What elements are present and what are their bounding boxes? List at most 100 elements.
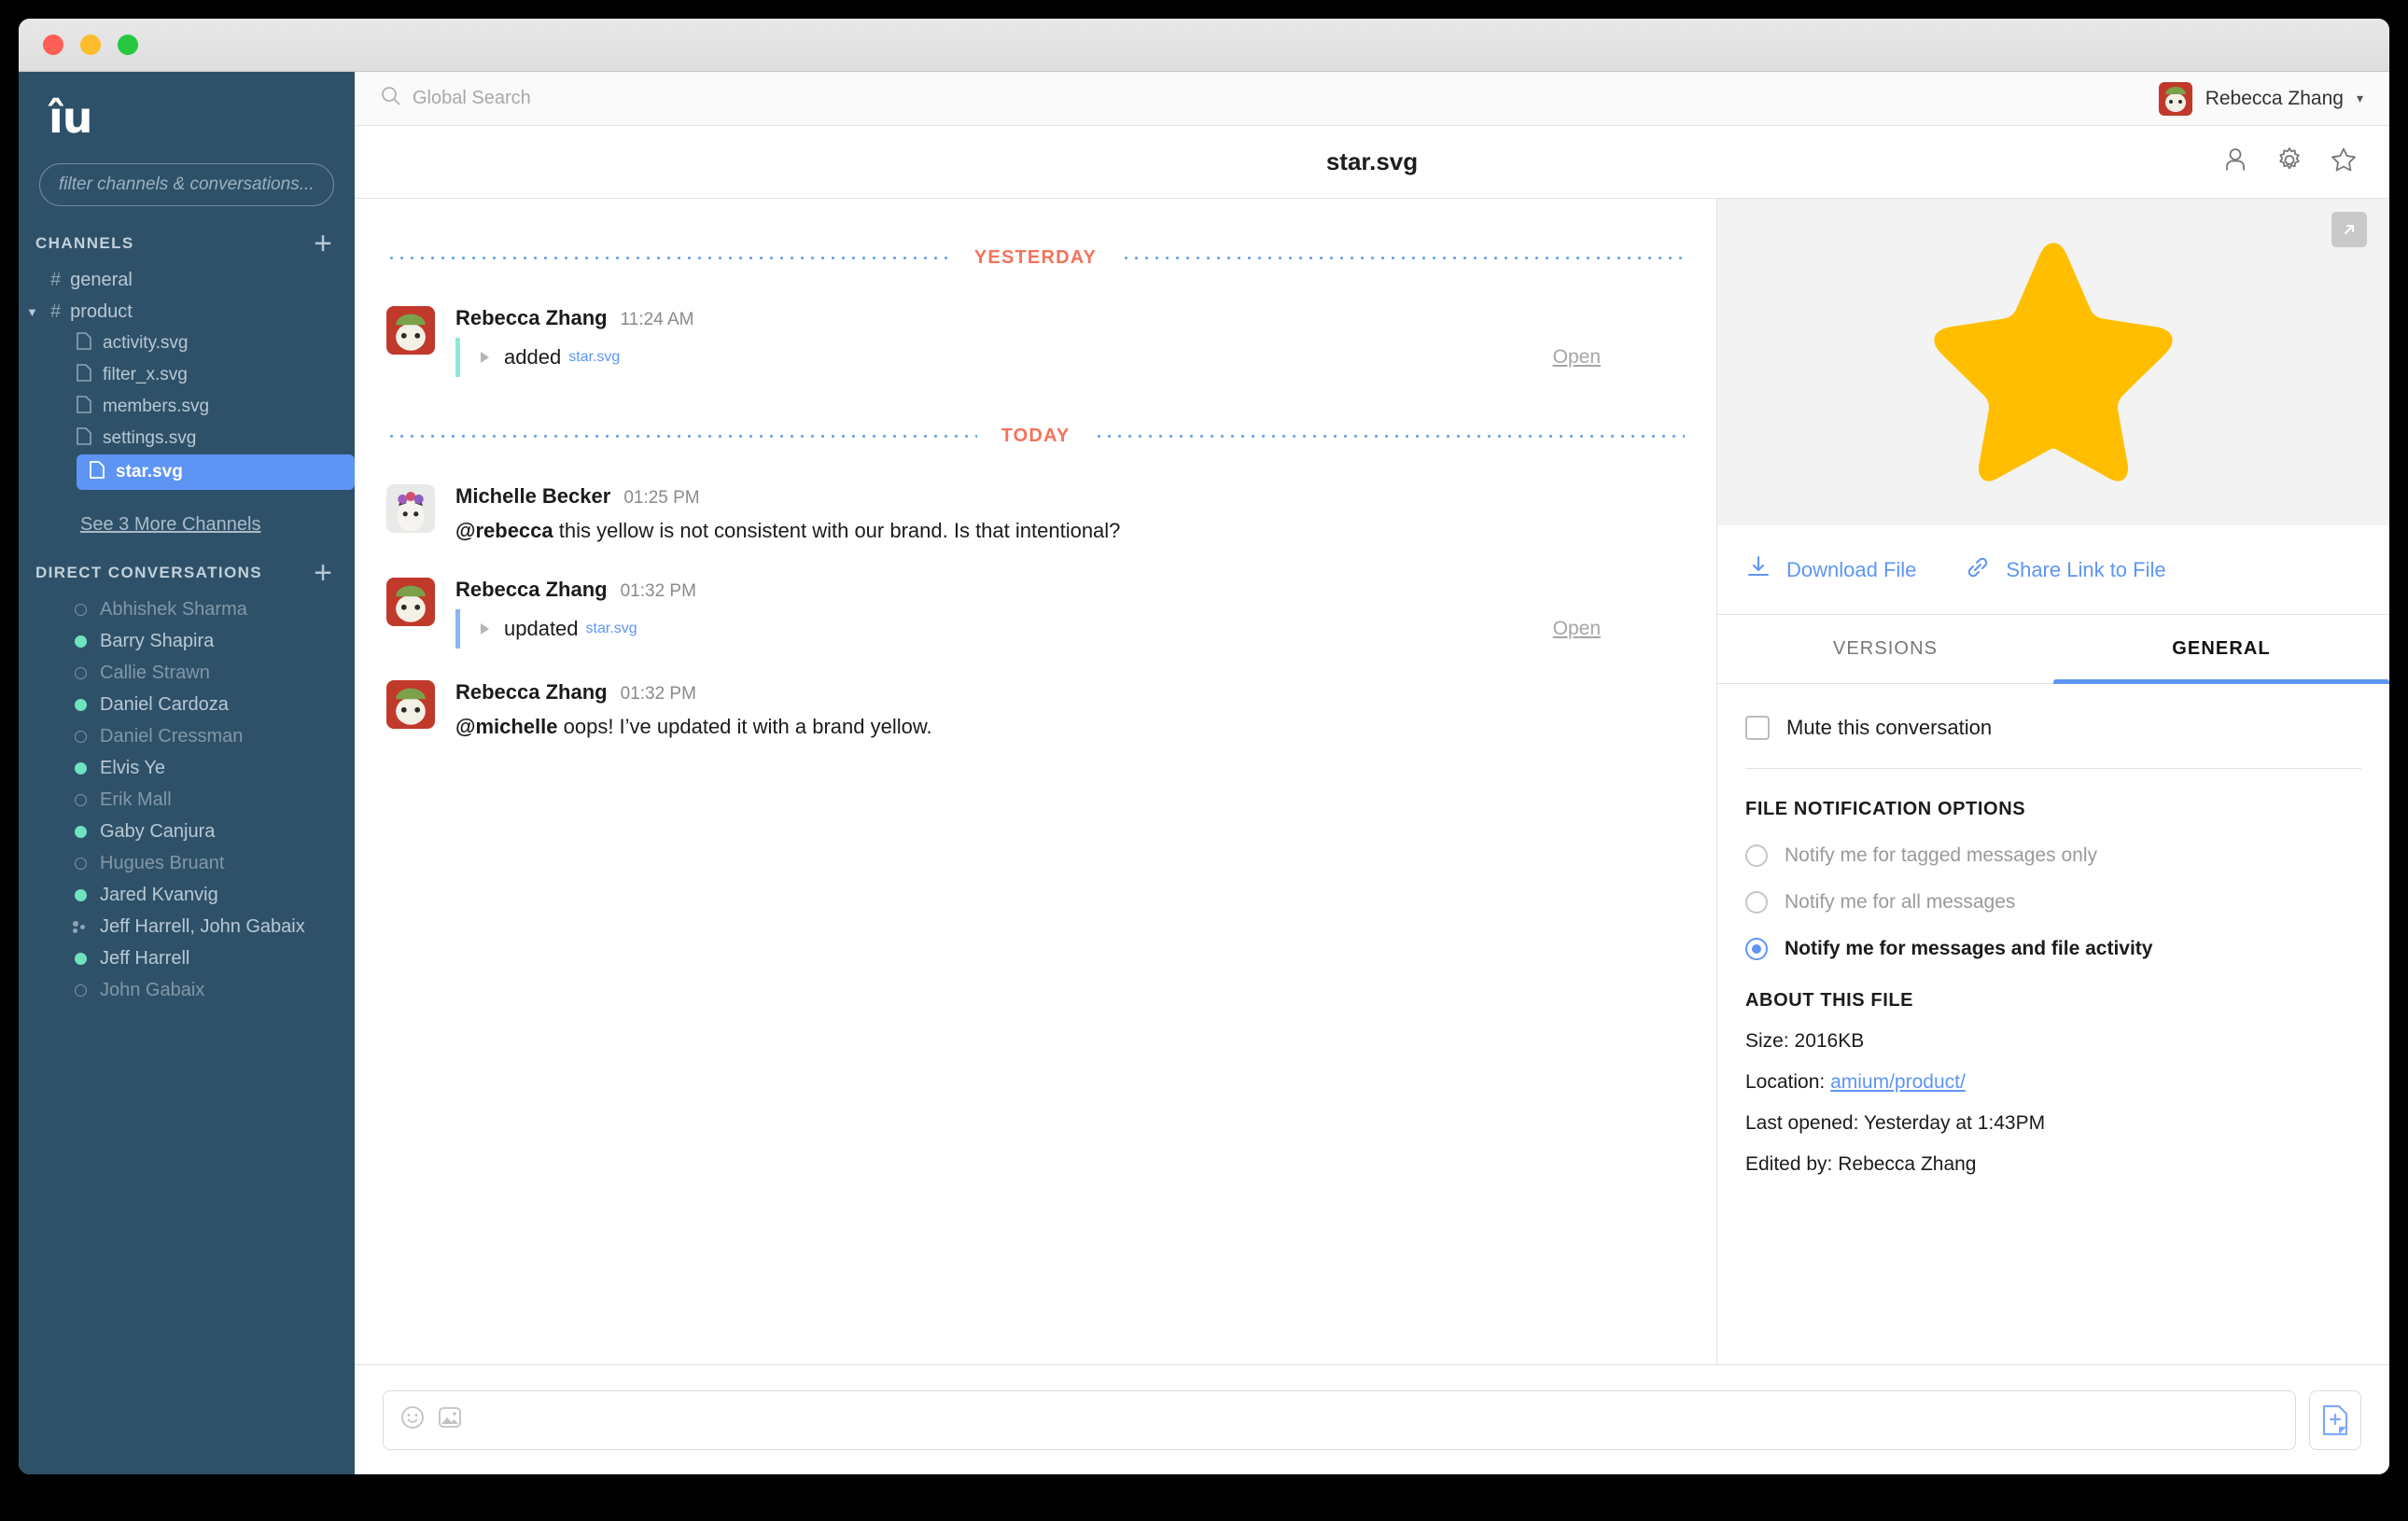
avatar: [386, 484, 435, 533]
file-location-link[interactable]: amium/product/: [1830, 1071, 1966, 1093]
list-item[interactable]: Daniel Cardoza: [19, 689, 355, 720]
search-input[interactable]: [413, 88, 805, 109]
dm-label: Jared Kvanvig: [100, 884, 218, 905]
chevron-right-icon[interactable]: [481, 352, 489, 363]
app-logo: îu: [49, 92, 93, 143]
list-item[interactable]: Erik Mall: [19, 784, 355, 816]
tab-versions[interactable]: VERSIONS: [1717, 615, 2053, 683]
search-icon: [381, 86, 401, 111]
file-label: activity.svg: [103, 333, 189, 353]
sidebar-item-star-svg[interactable]: star.svg: [77, 454, 355, 490]
global-topbar: Rebecca Zhang ▾: [355, 72, 2389, 126]
share-link-button[interactable]: Share Link to File: [1965, 554, 2166, 586]
event-file-link[interactable]: star.svg: [586, 621, 637, 637]
file-label: members.svg: [103, 397, 210, 416]
mute-conversation-row[interactable]: Mute this conversation: [1745, 716, 2361, 740]
image-icon[interactable]: [438, 1405, 462, 1434]
list-item[interactable]: Callie Strawn: [19, 657, 355, 689]
file-icon: [77, 395, 91, 419]
open-file-link[interactable]: Open: [1553, 346, 1601, 369]
message-author: Rebecca Zhang: [455, 306, 608, 329]
hash-icon: #: [50, 269, 62, 290]
dm-label: Abhishek Sharma: [100, 598, 247, 620]
smiley-icon[interactable]: [400, 1405, 425, 1434]
dm-label: Jeff Harrell: [100, 947, 190, 969]
file-header: star.svg: [355, 126, 2389, 199]
chevron-down-icon[interactable]: ▼: [26, 305, 38, 319]
separator-line: [1094, 435, 1685, 438]
add-dm-button[interactable]: +: [314, 557, 332, 589]
presence-online-icon: [75, 698, 87, 711]
message-input[interactable]: [475, 1408, 2278, 1431]
message-item: Michelle Becker 01:25 PM @rebecca this y…: [386, 484, 1685, 546]
list-item[interactable]: Jared Kvanvig: [19, 879, 355, 911]
channel-label: general: [70, 269, 133, 290]
event-file-link[interactable]: star.svg: [568, 349, 620, 366]
list-item[interactable]: Jeff Harrell: [19, 942, 355, 974]
radio-button[interactable]: [1745, 938, 1768, 960]
sidebar-item-members-svg[interactable]: members.svg: [19, 391, 355, 423]
minimize-window-button[interactable]: [80, 35, 101, 55]
event-verb: added: [504, 345, 562, 369]
list-item[interactable]: Daniel Cressman: [19, 720, 355, 752]
channel-filter-input[interactable]: [59, 174, 315, 195]
mention[interactable]: @rebecca: [455, 519, 553, 542]
add-file-button[interactable]: [2309, 1389, 2361, 1450]
message-time: 01:32 PM: [620, 683, 696, 704]
app-window: îu CHANNELS + # general ▼ #: [19, 19, 2389, 1474]
notify-option-all[interactable]: Notify me for all messages: [1745, 891, 2361, 914]
list-item[interactable]: Jeff Harrell, John Gabaix: [19, 911, 355, 942]
mention[interactable]: @michelle: [455, 715, 558, 738]
list-item[interactable]: Elvis Ye: [19, 752, 355, 784]
radio-button[interactable]: [1745, 891, 1768, 914]
presence-online-icon: [75, 952, 87, 965]
dm-label: Barry Shapira: [100, 630, 215, 651]
window-titlebar: [19, 19, 2389, 72]
chevron-down-icon[interactable]: ▾: [2357, 91, 2363, 106]
notify-option-tagged[interactable]: Notify me for tagged messages only: [1745, 844, 2361, 867]
radio-button[interactable]: [1745, 844, 1768, 867]
sidebar-item-product[interactable]: ▼ # product: [19, 296, 355, 328]
day-separator-label: TODAY: [1001, 426, 1071, 446]
dm-label: Hugues Bruant: [100, 852, 225, 873]
notify-option-messages-and-files[interactable]: Notify me for messages and file activity: [1745, 938, 2361, 960]
global-search[interactable]: [381, 86, 2159, 111]
channel-filter[interactable]: [39, 163, 334, 206]
chevron-right-icon[interactable]: [481, 622, 489, 635]
presence-offline-icon: [75, 793, 87, 806]
list-item[interactable]: Barry Shapira: [19, 625, 355, 657]
sidebar-item-activity-svg[interactable]: activity.svg: [19, 328, 355, 359]
sidebar-item-general[interactable]: # general: [19, 264, 355, 296]
presence-offline-icon: [75, 984, 87, 997]
message-input-box[interactable]: [383, 1389, 2296, 1450]
see-more-channels-link[interactable]: See 3 More Channels: [19, 490, 355, 536]
tab-general[interactable]: GENERAL: [2053, 615, 2389, 684]
list-item[interactable]: Gaby Canjura: [19, 816, 355, 847]
hash-icon: #: [50, 300, 62, 322]
channel-label: product: [70, 300, 133, 322]
avatar: [386, 306, 435, 355]
sidebar-item-filter-x-svg[interactable]: filter_x.svg: [19, 359, 355, 391]
close-window-button[interactable]: [43, 35, 63, 55]
message-author: Rebecca Zhang: [455, 679, 608, 704]
list-item[interactable]: Abhishek Sharma: [19, 593, 355, 625]
sidebar-item-settings-svg[interactable]: settings.svg: [19, 423, 355, 454]
star-icon[interactable]: [2330, 146, 2358, 178]
download-icon: [1745, 554, 1771, 586]
file-label: filter_x.svg: [103, 365, 188, 384]
list-item[interactable]: John Gabaix: [19, 974, 355, 1006]
mute-checkbox[interactable]: [1745, 716, 1770, 740]
divider: [1745, 768, 2361, 769]
person-icon[interactable]: [2221, 146, 2249, 178]
open-file-link[interactable]: Open: [1553, 618, 1601, 640]
channels-header-label: CHANNELS: [35, 234, 134, 252]
notification-section-title: FILE NOTIFICATION OPTIONS: [1745, 799, 2026, 819]
day-separator-yesterday: YESTERDAY: [386, 247, 1685, 269]
add-channel-button[interactable]: +: [314, 228, 332, 259]
download-file-button[interactable]: Download File: [1745, 554, 1916, 586]
expand-preview-button[interactable]: [2331, 212, 2367, 247]
maximize-window-button[interactable]: [118, 35, 138, 55]
user-menu[interactable]: Rebecca Zhang ▾: [2158, 81, 2363, 116]
gear-icon[interactable]: [2275, 146, 2303, 178]
list-item[interactable]: Hugues Bruant: [19, 847, 355, 879]
